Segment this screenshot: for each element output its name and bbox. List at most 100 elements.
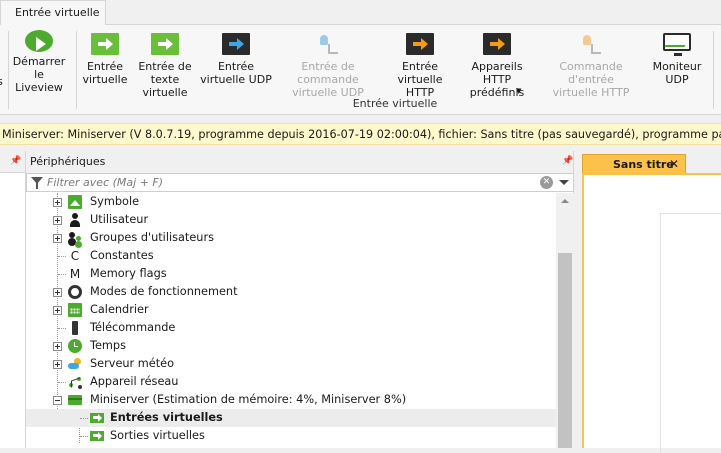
calendar-icon: [68, 303, 82, 317]
tree-item-label: Utilisateur: [90, 213, 149, 226]
tree-item-miniserver[interactable]: Miniserver (Estimation de mémoire: 4%, M…: [26, 391, 556, 409]
weather-icon: [68, 357, 82, 371]
tree-item-modes[interactable]: Modes de fonctionnement: [26, 283, 556, 301]
udp-input-label: Entrée virtuelle UDP: [200, 60, 272, 86]
expand-icon[interactable]: [53, 198, 62, 207]
tree-item-appareil-reseau[interactable]: Appareil réseau: [26, 373, 556, 391]
ribbon-button-cut-off-label: s: [0, 75, 6, 88]
virtual-text-input-button[interactable]: Entrée de texte virtuelle: [128, 33, 202, 99]
left-collapsed-pane: 📌: [0, 151, 26, 448]
play-icon: [25, 30, 53, 52]
ribbon-tab-virtual-input[interactable]: Entrée virtuelle: [0, 0, 106, 26]
udp-monitor-button[interactable]: Moniteur UDP: [646, 33, 708, 99]
tree-line: [58, 256, 66, 257]
scrollbar-thumb[interactable]: [558, 253, 572, 448]
udp-command-button[interactable]: Entrée de commande virtuelle UDP: [272, 33, 384, 99]
cut-off-icon: [0, 33, 4, 55]
udp-command-icon: [314, 33, 342, 55]
udp-command-label: Entrée de commande virtuelle UDP: [292, 60, 364, 99]
http-command-button[interactable]: Commande d'entrée virtuelle HTTP: [537, 33, 645, 99]
chevron-down-icon[interactable]: [559, 180, 569, 185]
tree-item-memory-flags[interactable]: M Memory flags: [26, 265, 556, 283]
expand-icon[interactable]: [53, 216, 62, 225]
tree-item-label: Symbole: [90, 195, 140, 208]
tree-item-sorties-virtuelles[interactable]: Sorties virtuelles: [26, 427, 556, 445]
peripherals-header: Périphériques 📌: [26, 151, 573, 173]
tree-item-label: Calendrier: [90, 303, 149, 316]
miniserver-info-bar: Miniserver: Miniserver (V 8.0.7.19, prog…: [0, 123, 721, 145]
miniserver-icon: [68, 395, 82, 405]
document-page: [660, 213, 721, 453]
tree-item-calendrier[interactable]: Calendrier: [26, 301, 556, 319]
tree-item-label: Groupes d'utilisateurs: [90, 231, 214, 244]
tree-item-constantes[interactable]: C Constantes: [26, 247, 556, 265]
memory-flag-icon: M: [69, 267, 81, 281]
gear-icon: [68, 285, 82, 299]
ribbon-tab-strip: Entrée virtuelle: [0, 0, 721, 26]
document-tab[interactable]: Sans titre ✕: [582, 154, 686, 174]
http-command-label: Commande d'entrée virtuelle HTTP: [552, 60, 630, 99]
ribbon-group-label: Entrée virtuelle: [352, 97, 438, 110]
http-input-button[interactable]: Entrée virtuelle HTTP: [383, 33, 457, 99]
tree-line: [80, 436, 88, 437]
virtual-input-label: Entrée virtuelle: [82, 60, 128, 86]
expand-icon[interactable]: [53, 360, 62, 369]
peripherals-pane: Périphériques 📌 ✕ Symbole Utilisateur Gr…: [26, 151, 574, 448]
tree-item-entrees-virtuelles[interactable]: Entrées virtuelles: [26, 409, 556, 427]
symbol-icon: [68, 195, 82, 209]
http-command-icon: [577, 33, 605, 55]
udp-input-icon: [222, 33, 250, 55]
tree-item-label: Appareil réseau: [90, 375, 179, 388]
tree-scrollbar[interactable]: [556, 193, 574, 448]
tree-item-serveur-meteo[interactable]: Serveur météo: [26, 355, 556, 373]
tree-item-label: Memory flags: [90, 267, 167, 280]
tree-item-temps[interactable]: Temps: [26, 337, 556, 355]
document-canvas[interactable]: [582, 173, 721, 453]
tree-item-symbole[interactable]: Symbole: [26, 193, 556, 211]
virtual-outputs-icon: [90, 431, 104, 441]
tree-line: [58, 274, 66, 275]
collapse-icon[interactable]: [53, 396, 62, 405]
tree-item-label: Serveur météo: [90, 357, 175, 370]
http-input-label: Entrée virtuelle HTTP: [397, 60, 443, 99]
http-devices-label: Appareils HTTP prédéfinis: [469, 60, 525, 99]
filter-icon: [31, 177, 43, 189]
scroll-up-icon[interactable]: [561, 199, 569, 203]
tree-item-label: Modes de fonctionnement: [90, 285, 238, 298]
udp-monitor-icon: [663, 33, 691, 56]
tree-item-utilisateur[interactable]: Utilisateur: [26, 211, 556, 229]
user-icon: [68, 213, 82, 227]
user-group-icon: [68, 231, 82, 245]
chevron-down-icon: ▼: [516, 87, 522, 95]
tree-item-groupes[interactable]: Groupes d'utilisateurs: [26, 229, 556, 247]
start-liveview-button[interactable]: Démarrer le Liveview: [9, 30, 69, 99]
filter-input[interactable]: [47, 175, 537, 190]
constant-icon: C: [70, 249, 80, 263]
remote-icon: [72, 321, 78, 335]
close-icon[interactable]: ✕: [669, 157, 679, 171]
expand-icon[interactable]: [53, 342, 62, 351]
clear-filter-icon[interactable]: ✕: [540, 176, 553, 189]
tree-item-telecommande[interactable]: Télécommande: [26, 319, 556, 337]
virtual-inputs-icon: [90, 413, 104, 423]
udp-monitor-label: Moniteur UDP: [652, 60, 702, 86]
expand-icon[interactable]: [53, 306, 62, 315]
virtual-input-icon: [91, 33, 119, 55]
tree-item-label: Temps: [90, 339, 126, 352]
expand-icon[interactable]: [53, 234, 62, 243]
virtual-input-button[interactable]: Entrée virtuelle: [80, 33, 130, 99]
pin-icon[interactable]: 📌: [562, 156, 573, 166]
expand-icon[interactable]: [53, 288, 62, 297]
tree-line: [58, 382, 66, 383]
http-input-icon: [406, 33, 434, 55]
virtual-text-input-icon: [151, 33, 179, 55]
ribbon-separator: [713, 31, 714, 109]
peripherals-title: Périphériques: [30, 155, 106, 168]
http-devices-button[interactable]: Appareils HTTP prédéfinis ▼: [456, 33, 538, 99]
tree-item-label: Miniserver (Estimation de mémoire: 4%, M…: [90, 393, 407, 406]
tree-item-label: Entrées virtuelles: [110, 411, 223, 424]
ribbon-button-cut-off[interactable]: s: [0, 33, 6, 99]
left-pane-header: 📌: [0, 151, 25, 173]
pin-icon[interactable]: 📌: [10, 156, 21, 166]
udp-input-button[interactable]: Entrée virtuelle UDP: [200, 33, 272, 99]
